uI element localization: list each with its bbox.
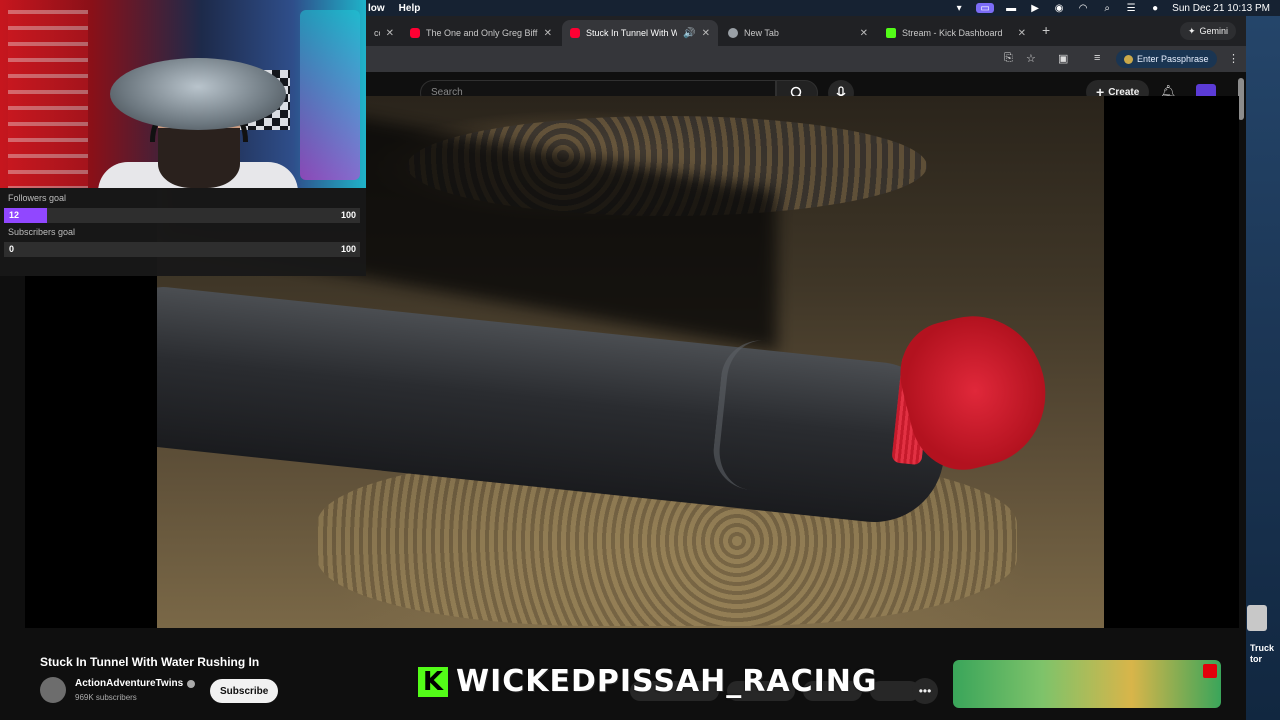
followers-goal-bar: 12 100 xyxy=(4,208,360,223)
close-tab-icon[interactable]: ✕ xyxy=(544,28,552,39)
tab-greg-biffle[interactable]: The One and Only Greg Biffle ✕ xyxy=(402,20,560,46)
webcam-banner-left xyxy=(8,10,88,188)
verified-badge-icon xyxy=(187,679,196,688)
stream-name-banner: K WICKEDPISSAH_RACING xyxy=(418,664,877,699)
search-icon[interactable]: ⌕ xyxy=(1100,3,1114,14)
video-title: Stuck In Tunnel With Water Rushing In xyxy=(40,655,260,669)
webcam-overlay xyxy=(0,0,366,188)
followers-target: 100 xyxy=(340,210,356,220)
followers-goal-label: Followers goal xyxy=(8,193,67,203)
streamer-hat xyxy=(110,58,286,130)
stream-goals-panel: Followers goal 12 100 Subscribers goal 0… xyxy=(0,188,366,276)
gemini-button[interactable]: ✦ Gemini xyxy=(1179,22,1236,40)
close-tab-icon[interactable]: ✕ xyxy=(1018,28,1026,39)
globe-icon xyxy=(728,28,738,38)
subscriber-count: 969K subscribers xyxy=(75,693,137,702)
browser-menu-icon[interactable]: ⋮ xyxy=(1228,52,1239,65)
play-icon[interactable]: ▶ xyxy=(1028,3,1042,14)
new-tab-button[interactable]: + xyxy=(1042,22,1050,38)
gamepad-icon[interactable]: ◉ xyxy=(1052,3,1066,14)
youtube-icon xyxy=(410,28,420,38)
tab-kick-dashboard[interactable]: Stream - Kick Dashboard ✕ xyxy=(878,20,1034,46)
wifi-icon[interactable]: ◠ xyxy=(1076,3,1090,14)
close-tab-icon[interactable]: ✕ xyxy=(702,28,710,39)
menu-window[interactable]: low xyxy=(368,3,385,14)
media-controls-icon[interactable]: ≡ xyxy=(1094,52,1100,64)
tab-new-tab[interactable]: New Tab ✕ xyxy=(720,20,876,46)
channel-name-link[interactable]: ActionAdventureTwins xyxy=(75,678,196,689)
close-tab-icon[interactable]: ✕ xyxy=(386,28,394,39)
profile-icon xyxy=(1124,54,1133,64)
screen-record-icon[interactable]: ▭ xyxy=(976,3,995,14)
kick-icon xyxy=(886,28,896,38)
subscribers-goal-label: Subscribers goal xyxy=(8,227,76,237)
subscribe-button[interactable]: Subscribe xyxy=(210,679,279,703)
speaker-icon[interactable]: 🔊 xyxy=(683,28,695,39)
menu-help[interactable]: Help xyxy=(399,3,421,14)
desktop-file-icon[interactable] xyxy=(1247,605,1267,631)
subscribers-goal-bar: 0 100 xyxy=(4,242,360,257)
tab-stuck-in-tunnel[interactable]: Stuck In Tunnel With Wate 🔊 ✕ xyxy=(562,20,718,46)
desktop-file-label[interactable]: Truck tor xyxy=(1250,643,1274,665)
side-panel-icon[interactable]: ▣ xyxy=(1058,52,1068,65)
user-icon[interactable]: ● xyxy=(1148,3,1162,14)
car-icon[interactable]: ▬ xyxy=(1004,3,1018,14)
video-leg-fold xyxy=(709,336,915,506)
channel-avatar[interactable] xyxy=(40,677,66,703)
install-app-icon[interactable]: ⎘ xyxy=(1004,52,1013,65)
recommended-video-thumbnail[interactable] xyxy=(953,660,1221,708)
menubar-clock[interactable]: Sun Dec 21 10:13 PM xyxy=(1172,3,1270,14)
lego-logo xyxy=(1203,664,1217,678)
kick-logo-icon: K xyxy=(418,666,448,697)
tab-partial[interactable]: co ✕ xyxy=(366,20,402,46)
more-actions-button[interactable]: ••• xyxy=(912,678,938,704)
webcam-neon-light xyxy=(300,10,360,180)
close-tab-icon[interactable]: ✕ xyxy=(860,28,868,39)
enter-passphrase-button[interactable]: Enter Passphrase xyxy=(1116,50,1217,68)
subscribers-current: 0 xyxy=(9,244,15,254)
followers-current: 12 xyxy=(9,210,20,220)
subscribers-target: 100 xyxy=(340,244,356,254)
control-center-icon[interactable]: ☰ xyxy=(1124,3,1138,14)
stream-banner-text: WICKEDPISSAH_RACING xyxy=(456,664,878,699)
vpn-icon[interactable]: ▾ xyxy=(952,3,966,14)
youtube-icon xyxy=(570,28,580,38)
bookmark-star-icon[interactable]: ☆ xyxy=(1026,52,1036,65)
sparkle-icon: ✦ xyxy=(1187,25,1196,36)
